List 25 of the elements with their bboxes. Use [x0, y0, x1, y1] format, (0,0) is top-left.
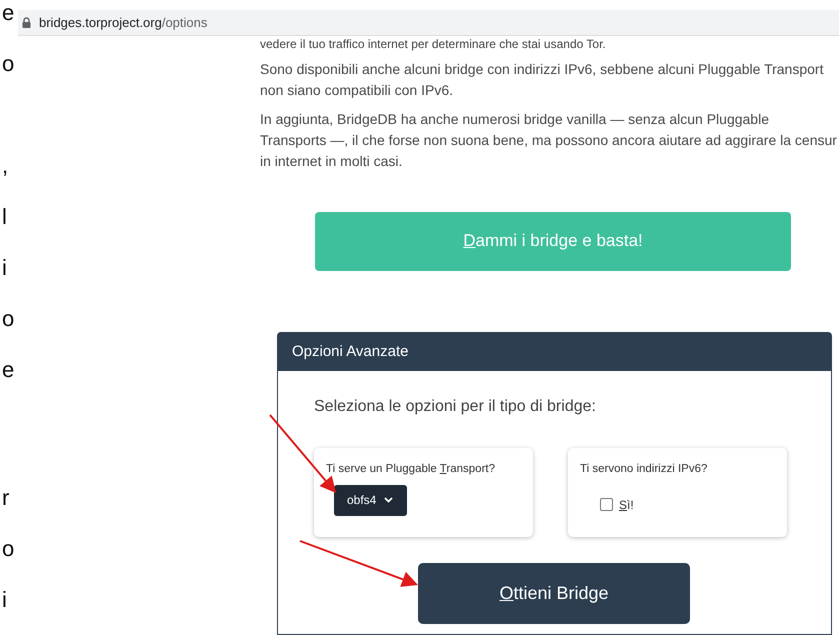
- text-fragment: l: [1, 204, 8, 230]
- text-fragment: e: [1, 0, 16, 26]
- chevron-down-icon: [384, 497, 394, 504]
- transport-select[interactable]: obfs4: [334, 484, 407, 516]
- cut-off-text: vedere il tuo traffico internet per determinare che stai usando Tor.: [260, 37, 606, 52]
- text-fragment: e: [1, 357, 16, 383]
- paragraph: Sono disponibili anche alcuni bridge con indirizzi IPv6, sebbene alcuni Pluggable Transport non siano compatibili con IPv6.: [260, 60, 824, 100]
- text-fragment: o: [1, 51, 16, 77]
- instruction-text: Seleziona le opzioni per il tipo di bridge:: [314, 398, 597, 416]
- get-bridges-button[interactable]: Ottieni Bridge: [418, 562, 690, 624]
- text-fragment: o: [1, 536, 16, 562]
- lock-icon: [22, 17, 31, 28]
- text-fragment: ,: [1, 153, 10, 179]
- url-text: bridges.torproject.org/options: [39, 15, 208, 30]
- text-fragment: r: [1, 485, 10, 511]
- card-title: Ti servono indirizzi IPv6?: [580, 462, 708, 475]
- text-fragment: o: [1, 306, 16, 332]
- panel-title: Opzioni Avanzate: [292, 343, 408, 360]
- card-title: Ti serve un Pluggable Transport?: [326, 462, 496, 475]
- text-fragment: i: [1, 255, 8, 281]
- checkbox-label: Sì!: [619, 498, 634, 512]
- text-fragment: i: [1, 587, 8, 613]
- checkbox[interactable]: [600, 498, 613, 512]
- address-bar[interactable]: bridges.torproject.org/options: [18, 10, 839, 36]
- paragraph: In aggiunta, BridgeDB ha anche numerosi bridge vanilla — senza alcun Pluggable Transports —, il che forse non suona bene, ma possono ancora aiutare ad aggirare la censur in internet in molti casi.: [260, 110, 838, 172]
